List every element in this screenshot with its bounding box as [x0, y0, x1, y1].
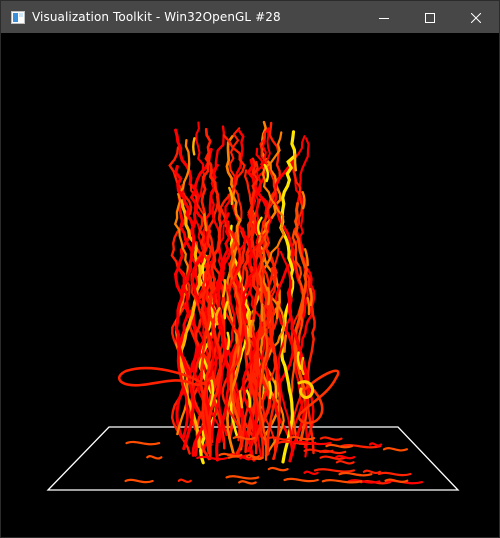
streamline-ground — [335, 460, 355, 465]
streamline-highlight — [306, 296, 311, 316]
streamline-ground — [362, 469, 381, 475]
streamline-highlight — [275, 300, 280, 320]
window-controls — [361, 1, 499, 33]
streamline-ground — [125, 440, 161, 446]
streamline-ground — [124, 478, 154, 484]
streamline-highlight — [226, 331, 231, 351]
streamline-highlight — [273, 380, 278, 399]
streamline-ground — [232, 435, 256, 441]
vtk-app-icon — [10, 9, 26, 25]
minimize-button[interactable] — [361, 1, 407, 33]
render-viewport[interactable] — [1, 33, 499, 537]
streamline-ground — [146, 455, 163, 460]
streamline-ground — [377, 471, 412, 477]
streamline-highlight — [309, 287, 313, 307]
streamline-ground — [338, 471, 373, 477]
streamlines-group — [124, 120, 424, 485]
streamline-highlight — [266, 287, 271, 306]
streamline-ground — [177, 478, 192, 484]
streamline-highlight — [192, 137, 196, 156]
streamline-ground — [267, 466, 289, 472]
streamline-ground — [225, 475, 260, 480]
streamline-highlight — [283, 334, 288, 353]
streamline-ground — [382, 447, 408, 452]
streamline-highlight — [293, 153, 297, 172]
title-bar[interactable]: Visualization Toolkit - Win32OpenGL #28 — [1, 1, 499, 33]
streamline-ground — [303, 448, 334, 454]
minimize-icon — [379, 8, 389, 27]
streamline-ground — [245, 453, 260, 459]
streamline-ground — [238, 480, 257, 485]
streamline-ground — [303, 470, 319, 476]
window-title: Visualization Toolkit - Win32OpenGL #28 — [32, 10, 281, 24]
streamline-ground — [283, 477, 319, 483]
streamline-ground — [313, 468, 355, 473]
maximize-icon — [425, 8, 435, 27]
streamline-ground — [368, 442, 383, 447]
streamline-highlight — [268, 380, 272, 400]
close-button[interactable] — [453, 1, 499, 33]
close-icon — [470, 8, 482, 27]
vtk-window: Visualization Toolkit - Win32OpenGL #28 — [0, 0, 500, 538]
streamline-ground — [319, 436, 343, 441]
maximize-button[interactable] — [407, 1, 453, 33]
vtk-render-scene — [46, 120, 460, 491]
streamline-highlight — [260, 303, 264, 322]
streamline-ground — [288, 435, 316, 441]
